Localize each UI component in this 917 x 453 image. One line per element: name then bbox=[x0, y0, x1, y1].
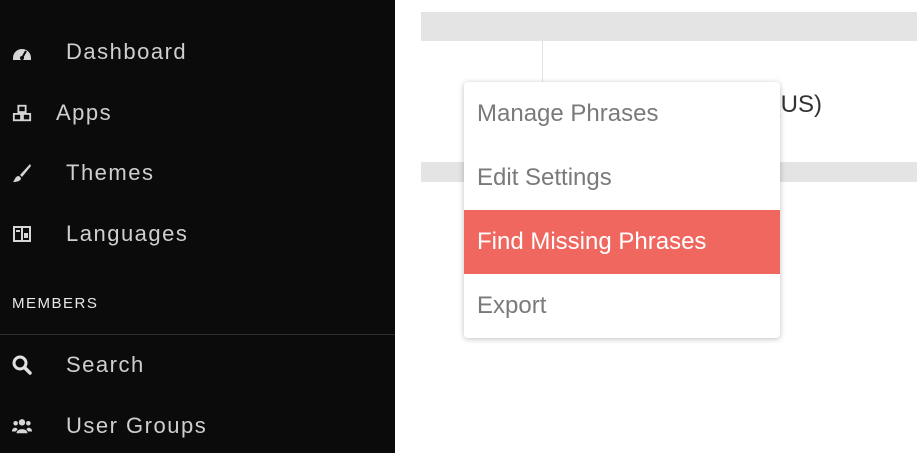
sidebar-item-user-groups[interactable]: User Groups bbox=[0, 406, 395, 446]
sidebar-item-label: Search bbox=[66, 352, 145, 377]
page-top-strip bbox=[395, 0, 917, 12]
cubes-icon bbox=[12, 103, 32, 123]
admin-sidebar: Dashboard Apps Themes Languages MEMBERS … bbox=[0, 0, 395, 453]
menu-item-label: Edit Settings bbox=[477, 164, 612, 191]
menu-item-edit-settings[interactable]: Edit Settings bbox=[464, 146, 780, 210]
page-left-strip bbox=[395, 12, 421, 453]
language-actions-dropdown: Manage Phrases Edit Settings Find Missin… bbox=[464, 82, 780, 338]
dashboard-icon bbox=[12, 42, 32, 62]
sidebar-item-dashboard[interactable]: Dashboard bbox=[0, 32, 395, 72]
sidebar-item-themes[interactable]: Themes bbox=[0, 153, 395, 193]
menu-item-export[interactable]: Export bbox=[464, 274, 780, 338]
sidebar-item-apps[interactable]: Apps bbox=[0, 93, 395, 133]
sidebar-item-label: Languages bbox=[66, 221, 189, 246]
menu-item-manage-phrases[interactable]: Manage Phrases bbox=[464, 82, 780, 146]
brush-icon bbox=[12, 163, 32, 183]
sidebar-item-label: Themes bbox=[66, 160, 155, 185]
menu-item-find-missing-phrases[interactable]: Find Missing Phrases bbox=[464, 210, 780, 274]
language-icon bbox=[12, 224, 32, 244]
sidebar-item-label: User Groups bbox=[66, 413, 208, 438]
menu-item-label: Export bbox=[477, 292, 547, 319]
sidebar-item-label: Apps bbox=[56, 100, 113, 125]
menu-item-label: Manage Phrases bbox=[477, 100, 659, 127]
search-icon bbox=[12, 355, 32, 375]
sidebar-item-label: Dashboard bbox=[66, 39, 188, 64]
sidebar-item-search[interactable]: Search bbox=[0, 345, 395, 385]
section-divider bbox=[0, 334, 395, 335]
sidebar-item-languages[interactable]: Languages bbox=[0, 214, 395, 254]
users-icon bbox=[12, 416, 32, 436]
menu-item-label: Find Missing Phrases bbox=[477, 228, 707, 255]
section-header-members: MEMBERS bbox=[12, 295, 99, 312]
